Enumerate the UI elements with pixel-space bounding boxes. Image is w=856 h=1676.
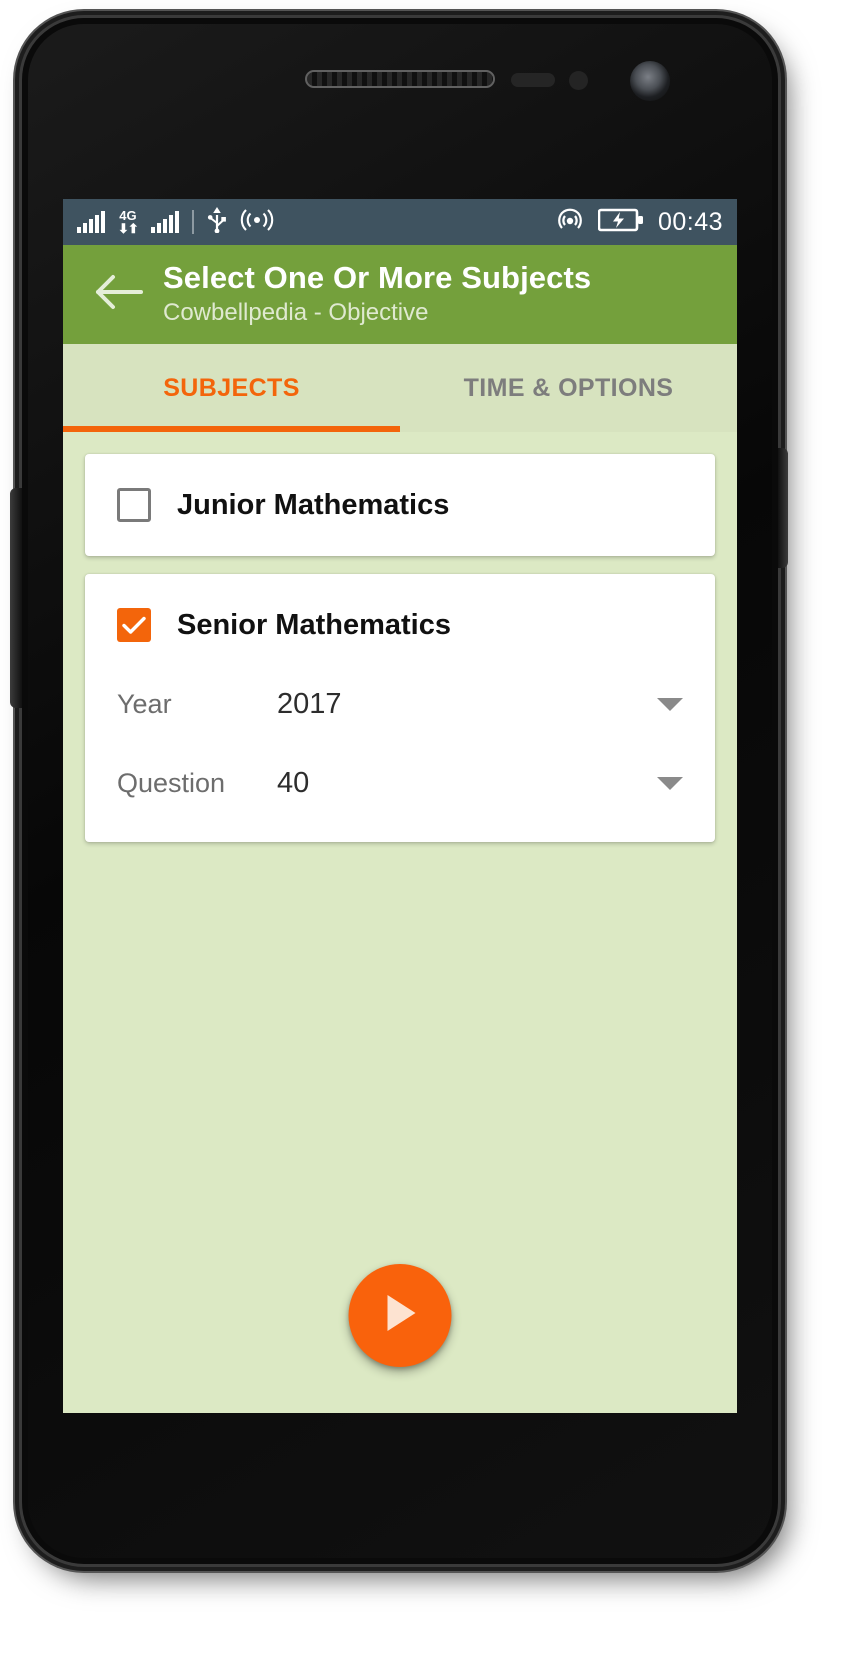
usb-icon — [207, 206, 227, 238]
signal-bars-secondary-icon — [150, 211, 179, 233]
status-divider — [191, 210, 194, 234]
question-spinner[interactable]: 40 — [277, 767, 683, 800]
app-bar: Select One Or More Subjects Cowbellpedia… — [63, 245, 737, 344]
hotspot-icon — [556, 206, 584, 239]
play-icon — [380, 1291, 420, 1340]
subject-card-senior[interactable]: Senior Mathematics Year 2017 Question 40 — [85, 574, 715, 842]
light-sensor — [569, 71, 588, 90]
arrow-left-icon — [93, 273, 143, 316]
subjects-list: Junior Mathematics Senior Mathematics Ye… — [63, 432, 737, 1413]
subject-label: Junior Mathematics — [177, 488, 450, 521]
signal-bars-icon — [77, 211, 105, 233]
device-bottom-bezel — [22, 1452, 778, 1522]
phone-screen: 4G ⬇⬆ 00:43 Select One Or More Subjects … — [63, 199, 737, 1413]
year-label: Year — [117, 689, 172, 719]
power-button[interactable] — [778, 448, 788, 568]
question-spinner-row[interactable]: Question 40 — [85, 767, 715, 800]
subject-row[interactable]: Junior Mathematics — [85, 488, 715, 522]
volume-rocker-button[interactable] — [10, 488, 22, 708]
status-bar: 4G ⬇⬆ 00:43 — [63, 199, 737, 245]
subject-row[interactable]: Senior Mathematics — [85, 608, 715, 642]
chevron-down-icon[interactable] — [657, 777, 683, 790]
tab-subjects[interactable]: SUBJECTS — [63, 344, 400, 432]
chevron-down-icon[interactable] — [657, 698, 683, 711]
page-subtitle: Cowbellpedia - Objective — [163, 298, 429, 326]
front-camera — [630, 61, 670, 101]
start-fab-button[interactable] — [348, 1264, 452, 1367]
year-value: 2017 — [277, 688, 342, 720]
app-bar-titles: Select One Or More Subjects Cowbellpedia… — [163, 261, 591, 328]
status-bar-clock: 00:43 — [657, 207, 723, 236]
battery-charging-icon — [597, 207, 644, 238]
year-spinner[interactable]: 2017 — [277, 688, 683, 721]
question-label: Question — [117, 768, 226, 798]
question-value: 40 — [277, 767, 310, 799]
checkbox-senior-mathematics[interactable] — [117, 608, 151, 642]
tab-subjects-label: SUBJECTS — [163, 373, 300, 402]
proximity-sensor — [511, 73, 555, 87]
subject-label: Senior Mathematics — [177, 608, 451, 641]
subject-card-junior[interactable]: Junior Mathematics — [85, 454, 715, 556]
checkbox-junior-mathematics[interactable] — [117, 488, 151, 522]
page-title: Select One Or More Subjects — [163, 260, 592, 296]
check-icon — [122, 616, 146, 634]
earpiece-speaker — [305, 70, 495, 88]
network-4g-icon: 4G ⬇⬆ — [118, 208, 139, 236]
tab-time-and-options[interactable]: TIME & OPTIONS — [400, 344, 737, 432]
tab-time-and-options-label: TIME & OPTIONS — [463, 373, 674, 402]
year-spinner-row[interactable]: Year 2017 — [85, 688, 715, 721]
phone-device-frame: 4G ⬇⬆ 00:43 Select One Or More Subjects … — [10, 18, 788, 1564]
tab-bar: SUBJECTS TIME & OPTIONS — [63, 344, 737, 432]
broadcast-icon — [240, 208, 274, 237]
back-button[interactable] — [89, 266, 147, 324]
